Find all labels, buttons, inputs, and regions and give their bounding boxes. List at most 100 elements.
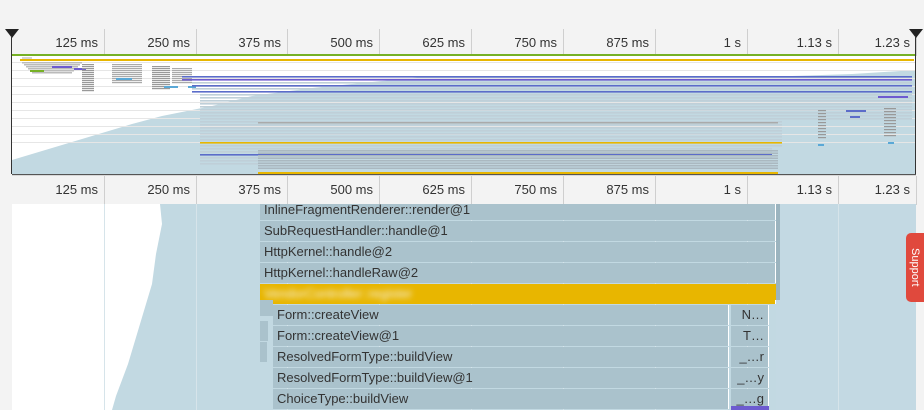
overview-row bbox=[200, 145, 782, 147]
overview-row bbox=[258, 167, 778, 169]
ruler-tick-label: 1 s bbox=[723, 35, 741, 50]
flame-frame-side[interactable]: _…y bbox=[731, 368, 769, 388]
overview-bar bbox=[152, 68, 170, 70]
flame-frame[interactable]: Form::createView@1 bbox=[273, 326, 729, 346]
overview-row bbox=[200, 130, 782, 132]
overview-bar bbox=[82, 70, 94, 72]
overview-bar bbox=[82, 82, 94, 84]
flame-frame-label: HttpKernel::handle@2 bbox=[264, 244, 393, 259]
ruler-tick-label: 1.13 s bbox=[796, 35, 832, 50]
grid-line bbox=[12, 126, 916, 127]
range-start-handle[interactable] bbox=[5, 29, 19, 38]
range-end-line bbox=[915, 36, 916, 174]
overview-bar bbox=[82, 66, 94, 68]
flame-sliver bbox=[260, 321, 268, 341]
overview-bar bbox=[116, 78, 132, 80]
overview-bar bbox=[846, 110, 866, 112]
overview-bar bbox=[818, 119, 826, 121]
flame-frame[interactable]: InlineFragmentRenderer::render@1 bbox=[260, 204, 776, 220]
overview-bar bbox=[82, 78, 94, 80]
overview-row bbox=[258, 160, 778, 162]
flame-frame-side-label: _…y bbox=[737, 370, 764, 385]
overview-row bbox=[192, 91, 912, 93]
overview-bar bbox=[112, 70, 142, 72]
overview-bar bbox=[152, 80, 170, 82]
overview-bar bbox=[82, 72, 94, 74]
overview-bar bbox=[112, 74, 142, 76]
flame-frame-side[interactable]: _…r bbox=[731, 347, 769, 367]
overview-row bbox=[200, 97, 912, 99]
flame-sliver bbox=[260, 300, 273, 316]
overview-bar bbox=[152, 88, 170, 90]
overview-bar bbox=[82, 68, 94, 70]
overview-row bbox=[200, 142, 782, 144]
overview-bar bbox=[172, 70, 192, 72]
overview-bar bbox=[24, 64, 80, 66]
ruler-tick-label: 625 ms bbox=[422, 182, 465, 197]
flame-frame-side-label: _…g bbox=[736, 391, 764, 406]
flame-frame[interactable]: ChoiceType::buildView bbox=[273, 389, 729, 409]
overview-bar bbox=[22, 62, 82, 64]
overview-row bbox=[182, 76, 912, 78]
overview-bar bbox=[818, 131, 826, 133]
main-area-right bbox=[776, 204, 916, 410]
overview-bar bbox=[82, 90, 94, 92]
flame-sliver bbox=[770, 284, 776, 300]
flame-graph[interactable]: InlineFragmentRenderer::render@1 SubReque… bbox=[12, 204, 916, 410]
overview-row bbox=[258, 150, 778, 152]
ruler-tick bbox=[916, 176, 917, 205]
overview-bar bbox=[818, 116, 826, 118]
overview-bar bbox=[22, 57, 32, 59]
flame-frame[interactable]: SubRequestHandler::handle@1 bbox=[260, 221, 776, 241]
overview-row bbox=[200, 136, 782, 138]
overview-bar bbox=[884, 129, 896, 131]
ruler-tick-label: 1.23 s bbox=[874, 35, 910, 50]
overview-bar bbox=[878, 96, 908, 98]
flame-frame-label: ResolvedFormType::buildView@1 bbox=[277, 370, 473, 385]
flame-frame[interactable]: VendorController::register bbox=[260, 284, 776, 304]
flame-frame[interactable]: HttpKernel::handle@2 bbox=[260, 242, 776, 262]
flame-frame[interactable]: ResolvedFormType::buildView bbox=[273, 347, 729, 367]
overview-row bbox=[200, 115, 912, 117]
overview-row bbox=[258, 162, 778, 164]
overview-bar bbox=[112, 72, 142, 74]
overview-bar bbox=[82, 80, 94, 82]
ruler-tick-label: 125 ms bbox=[55, 182, 98, 197]
overview-row bbox=[258, 155, 778, 157]
flame-frame[interactable]: ResolvedFormType::buildView@1 bbox=[273, 368, 729, 388]
overview-bar bbox=[112, 76, 142, 78]
ruler-tick-label: 750 ms bbox=[514, 35, 557, 50]
overview-bar bbox=[888, 142, 894, 144]
overview-bar bbox=[884, 108, 896, 110]
flame-frame-side[interactable]: T… bbox=[731, 326, 769, 346]
timeline-overview[interactable] bbox=[12, 54, 916, 175]
overview-bar bbox=[28, 68, 76, 70]
ruler-tick-label: 750 ms bbox=[514, 182, 557, 197]
overview-bar bbox=[32, 72, 72, 74]
flame-frame[interactable]: Form::createView bbox=[273, 305, 729, 325]
support-tab[interactable]: Support bbox=[906, 233, 924, 302]
overview-bar bbox=[884, 114, 896, 116]
overview-row bbox=[258, 157, 778, 159]
ruler-tick-label: 500 ms bbox=[330, 182, 373, 197]
flame-frame-side-label: T… bbox=[743, 328, 764, 343]
flame-frame-label: HttpKernel::handleRaw@2 bbox=[264, 265, 419, 280]
overview-bar bbox=[884, 126, 896, 128]
overview-bar bbox=[884, 120, 896, 122]
ruler-tick-label: 375 ms bbox=[238, 35, 281, 50]
flame-sliver bbox=[776, 204, 780, 300]
overview-bar bbox=[884, 135, 896, 137]
flame-frame-side[interactable]: N… bbox=[731, 305, 769, 325]
overview-bar bbox=[884, 123, 896, 125]
overview-row bbox=[200, 106, 912, 108]
range-end-handle[interactable] bbox=[909, 29, 923, 38]
overview-row bbox=[192, 82, 912, 84]
ruler-tick-label: 250 ms bbox=[147, 182, 190, 197]
overview-bar bbox=[82, 64, 94, 66]
overview-bar bbox=[172, 82, 192, 84]
overview-bar bbox=[818, 125, 826, 127]
grid-line bbox=[12, 78, 916, 79]
overview-bar bbox=[884, 111, 896, 113]
overview-bar bbox=[164, 86, 178, 88]
flame-frame[interactable]: HttpKernel::handleRaw@2 bbox=[260, 263, 776, 283]
